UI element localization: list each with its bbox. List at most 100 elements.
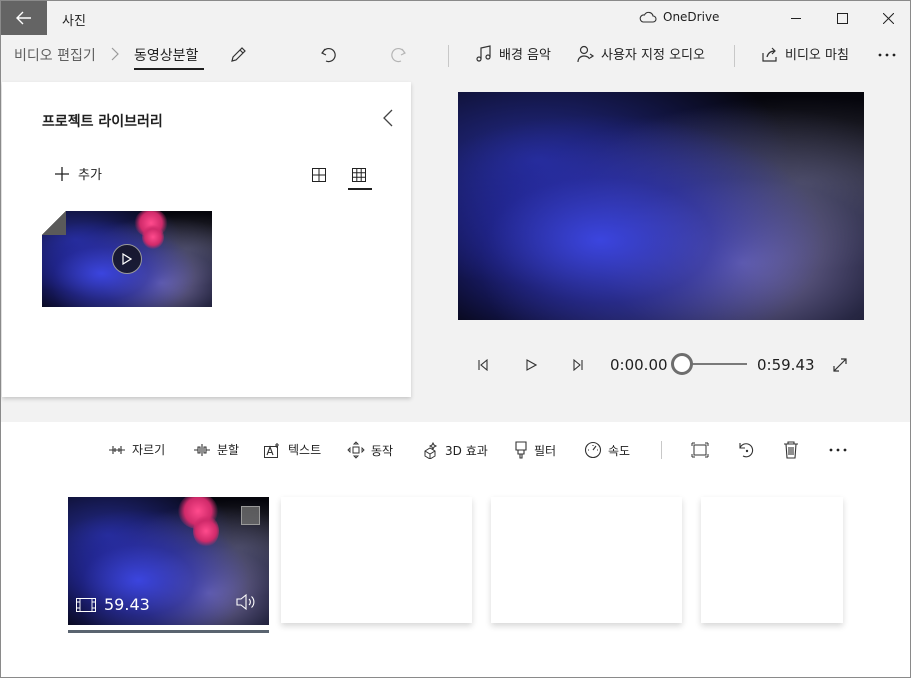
motion-button[interactable]: 동작: [347, 441, 393, 459]
expand-icon: [833, 358, 847, 372]
app-title: 사진: [62, 14, 86, 29]
finish-video-label: 비디오 마침: [785, 48, 849, 63]
filter-label: 필터: [534, 443, 557, 458]
seek-thumb[interactable]: [671, 353, 693, 375]
back-arrow-icon: [16, 11, 31, 25]
add-media-button[interactable]: 추가: [54, 164, 102, 183]
rename-button[interactable]: [228, 45, 248, 65]
minimize-button[interactable]: [773, 1, 819, 35]
remove-black-bars-button[interactable]: [689, 439, 711, 461]
editor-toolbar: 비디오 편집기 동영상분할 배경 음악 사용자 지정 오디오 비디오 마침: [1, 35, 910, 75]
volume-icon[interactable]: [235, 593, 257, 611]
step-back-icon: [478, 359, 488, 371]
redo-icon: [391, 47, 406, 63]
project-library-title: 프로젝트 라이브러리: [42, 114, 163, 130]
smoke-highlight: [142, 225, 164, 249]
pencil-icon: [231, 47, 246, 62]
finish-video-button[interactable]: 비디오 마침: [761, 44, 849, 63]
text-icon: [264, 442, 279, 458]
grid-large-icon: [312, 168, 326, 182]
storyboard-panel: 자르기 분할 텍스트 동작 3D 효과 필터 속도 59.43: [1, 422, 910, 677]
play-icon: [122, 253, 132, 265]
fullscreen-button[interactable]: [830, 355, 850, 375]
redo-button[interactable]: [388, 45, 408, 65]
more-icon: [829, 448, 847, 452]
collapse-chevron-icon[interactable]: [382, 108, 394, 128]
clip-select-checkbox[interactable]: [241, 506, 260, 525]
music-note-icon: [476, 44, 491, 62]
toolbar-separator: [734, 45, 735, 67]
previous-frame-button[interactable]: [473, 355, 493, 375]
person-audio-icon: [577, 45, 595, 62]
small-grid-view-button[interactable]: [348, 164, 370, 186]
film-strip-icon: [76, 598, 96, 612]
step-forward-icon: [573, 359, 583, 371]
library-media-thumbnail[interactable]: [42, 211, 212, 307]
speed-label: 속도: [608, 443, 631, 458]
trim-button[interactable]: 자르기: [108, 441, 165, 458]
breadcrumb-project-name: 동영상분할: [134, 48, 199, 64]
more-options-button[interactable]: [877, 45, 897, 65]
onedrive-label: OneDrive: [663, 10, 720, 24]
current-time: 0:00.00: [610, 356, 668, 374]
play-button[interactable]: [521, 355, 541, 375]
large-grid-view-button[interactable]: [308, 164, 330, 186]
3d-effects-label: 3D 효과: [445, 443, 488, 458]
undo-icon: [321, 47, 336, 63]
active-view-underline: [348, 188, 372, 190]
motion-icon: [347, 441, 365, 459]
total-time: 0:59.43: [757, 356, 815, 374]
maximize-button[interactable]: [819, 1, 865, 35]
video-preview[interactable]: [458, 92, 864, 320]
delete-button[interactable]: [780, 439, 802, 461]
close-button[interactable]: [865, 1, 910, 35]
3d-effects-button[interactable]: 3D 효과: [421, 441, 488, 459]
filter-button[interactable]: 필터: [514, 441, 556, 459]
chevron-right-icon: [111, 47, 119, 61]
title-bar: 사진 OneDrive: [1, 1, 910, 35]
motion-label: 동작: [371, 443, 394, 458]
empty-clip-slot: [491, 497, 682, 623]
play-preview-button[interactable]: [112, 244, 142, 274]
share-icon: [762, 47, 777, 62]
3d-effects-icon: [424, 441, 438, 459]
onedrive-status[interactable]: OneDrive: [639, 10, 719, 24]
speed-icon: [584, 441, 602, 459]
background-music-label: 배경 음악: [499, 48, 551, 63]
breadcrumb-video-editor[interactable]: 비디오 편집기: [14, 45, 96, 65]
resize-frame-icon: [691, 442, 709, 458]
storyboard-separator: [661, 441, 662, 459]
text-button[interactable]: 텍스트: [264, 441, 321, 458]
rotate-icon: [739, 443, 754, 458]
storyboard-more-button[interactable]: [827, 439, 849, 461]
maximize-icon: [836, 12, 848, 24]
storyboard-clip[interactable]: 59.43: [68, 497, 269, 625]
rotate-button[interactable]: [735, 439, 757, 461]
minimize-icon: [790, 17, 801, 19]
split-button[interactable]: 분할: [193, 441, 239, 458]
custom-audio-button[interactable]: 사용자 지정 오디오: [577, 44, 705, 63]
trim-icon: [109, 445, 125, 454]
grid-small-icon: [352, 168, 366, 182]
split-label: 분할: [217, 443, 240, 457]
project-library-panel: 프로젝트 라이브러리 추가: [2, 82, 411, 397]
background-music-button[interactable]: 배경 음악: [475, 44, 551, 63]
add-media-label: 추가: [78, 168, 102, 183]
breadcrumb-underline: [134, 68, 204, 70]
split-icon: [194, 443, 210, 456]
plus-icon: [55, 166, 69, 181]
photos-app-window: 사진 OneDrive 비디오 편집기 동영상분할 배경 음악 사용자 지정 오…: [0, 0, 911, 678]
clip-duration: 59.43: [104, 595, 150, 614]
play-icon: [526, 359, 537, 371]
more-icon: [878, 53, 896, 57]
next-frame-button[interactable]: [568, 355, 588, 375]
panel-divider: [1, 413, 910, 422]
custom-audio-label: 사용자 지정 오디오: [601, 48, 705, 63]
undo-button[interactable]: [319, 45, 339, 65]
smoke-highlight: [193, 515, 219, 547]
close-icon: [882, 12, 894, 24]
speed-button[interactable]: 속도: [584, 441, 630, 459]
back-button[interactable]: [1, 1, 47, 35]
in-project-corner-marker: [42, 211, 66, 235]
trim-label: 자르기: [132, 443, 166, 457]
